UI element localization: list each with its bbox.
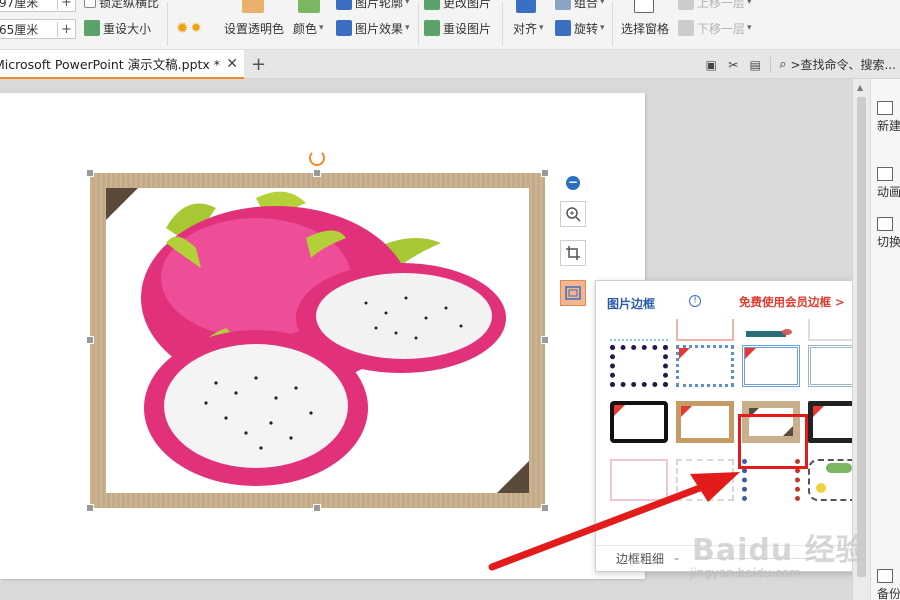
workspace-scrollbar[interactable]: ▲: [852, 79, 870, 600]
scroll-up-icon[interactable]: ▲: [857, 83, 863, 92]
transition-icon: [877, 217, 893, 231]
task-pane-item-animation[interactable]: 动画: [877, 167, 900, 200]
task-pane-label: 切换: [877, 235, 900, 249]
annotation-arrow: [488, 472, 740, 571]
animation-icon: [877, 167, 893, 181]
task-pane-item-new[interactable]: 新建: [877, 101, 900, 134]
task-pane-item-backup[interactable]: 备份: [877, 569, 900, 600]
new-icon: [877, 101, 893, 115]
task-pane-label: 动画: [877, 185, 900, 199]
watermark-url: jingyan.baidu.com: [690, 566, 801, 580]
workspace-scrollbar-thumb[interactable]: [857, 97, 866, 577]
task-pane-label: 新建: [877, 119, 900, 133]
backup-icon: [877, 569, 893, 583]
task-pane-item-transition[interactable]: 切换: [877, 217, 900, 250]
task-pane-label: 备份: [877, 587, 900, 600]
task-pane: 新建 动画 切换 备份: [870, 79, 900, 600]
watermark-logo: Baidu 经验: [692, 533, 867, 568]
